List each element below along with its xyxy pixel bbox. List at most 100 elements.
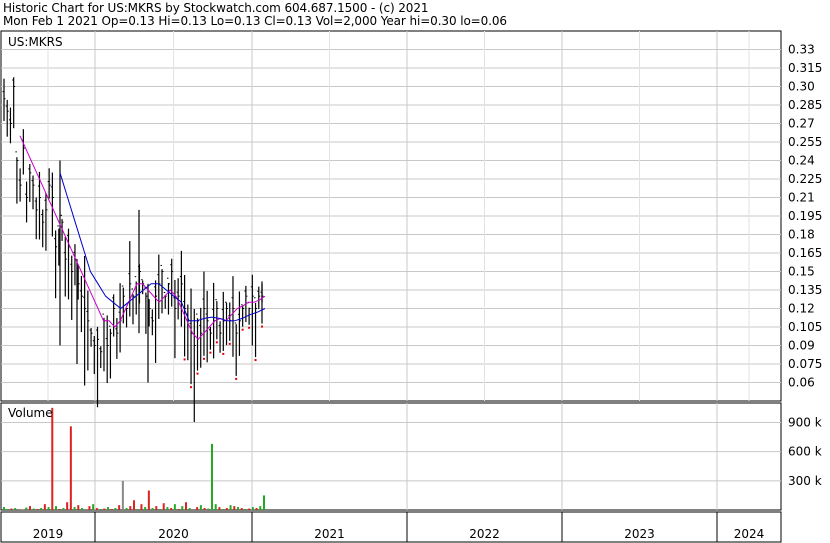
volume-bar bbox=[166, 507, 169, 510]
price-tick-label: 0.33 bbox=[788, 43, 815, 57]
volume-bar bbox=[99, 509, 102, 510]
volume-bars bbox=[3, 407, 265, 510]
grid bbox=[1, 31, 781, 542]
volume-bar bbox=[155, 506, 158, 510]
price-dot bbox=[261, 325, 263, 328]
volume-panel-title: Volume bbox=[8, 406, 53, 420]
volume-tick-label: 900 k bbox=[788, 415, 822, 429]
price-tick-label: 0.21 bbox=[788, 191, 815, 205]
price-dot bbox=[202, 357, 205, 360]
volume-bar bbox=[237, 507, 239, 510]
stock-chart: US:MKRS Volume 0.33 0.315 0.30 0.285 0.27 0.2… bbox=[0, 30, 822, 543]
volume-bar bbox=[251, 507, 254, 510]
volume-bar bbox=[162, 503, 165, 510]
volume-panel-frame bbox=[0, 402, 782, 511]
volume-bar bbox=[10, 508, 13, 510]
volume-bar bbox=[214, 504, 217, 510]
volume-bar bbox=[88, 506, 91, 510]
volume-bar bbox=[125, 508, 128, 510]
volume-bar bbox=[81, 508, 83, 510]
volume-bar bbox=[144, 507, 147, 510]
price-dot bbox=[228, 342, 231, 345]
price-dot bbox=[235, 377, 238, 380]
price-tick-label: 0.165 bbox=[788, 246, 822, 260]
volume-bar bbox=[58, 509, 61, 510]
volume-bar bbox=[192, 509, 195, 510]
price-tick-label: 0.06 bbox=[788, 376, 815, 390]
volume-bar bbox=[151, 508, 154, 510]
volume-bar bbox=[211, 443, 213, 510]
year-label: 2021 bbox=[314, 527, 345, 541]
price-dot bbox=[215, 341, 218, 344]
price-dot bbox=[209, 351, 212, 354]
volume-bar bbox=[255, 508, 258, 510]
volume-bar bbox=[240, 508, 243, 510]
price-tick-label: 0.27 bbox=[788, 117, 815, 131]
price-tick-label: 0.12 bbox=[788, 302, 815, 316]
volume-bar bbox=[95, 508, 98, 510]
volume-tick-label: 300 k bbox=[788, 474, 822, 488]
price-dot bbox=[196, 372, 199, 375]
volume-bar bbox=[188, 508, 191, 510]
year-label: 2020 bbox=[158, 527, 189, 541]
price-panel-title: US:MKRS bbox=[8, 35, 63, 49]
volume-bar bbox=[69, 426, 72, 510]
volume-bar bbox=[6, 509, 9, 510]
price-dot bbox=[241, 328, 244, 331]
volume-bar bbox=[55, 506, 57, 510]
volume-bar bbox=[229, 505, 232, 510]
volume-bar bbox=[103, 508, 106, 510]
price-tick-label: 0.15 bbox=[788, 265, 815, 279]
year-label: 2022 bbox=[469, 527, 500, 541]
volume-bar bbox=[32, 508, 35, 510]
price-dot bbox=[254, 359, 257, 362]
volume-bar bbox=[17, 509, 20, 510]
year-label: 2024 bbox=[734, 527, 765, 541]
volume-bar bbox=[133, 500, 135, 510]
volume-bar bbox=[196, 507, 199, 510]
price-candles bbox=[2, 77, 264, 422]
price-dot bbox=[183, 358, 186, 361]
price-dot bbox=[222, 352, 225, 355]
volume-bar bbox=[159, 509, 161, 510]
volume-bar bbox=[77, 505, 80, 510]
price-dot bbox=[190, 386, 193, 389]
price-dot bbox=[248, 326, 251, 329]
price-tick-label: 0.075 bbox=[788, 357, 822, 371]
volume-bar bbox=[121, 480, 124, 510]
price-tick-label: 0.225 bbox=[788, 172, 822, 186]
price-tick-label: 0.255 bbox=[788, 135, 822, 149]
volume-bar bbox=[62, 508, 65, 510]
volume-bar bbox=[43, 504, 46, 510]
volume-bar bbox=[233, 506, 236, 510]
volume-bar bbox=[92, 504, 95, 510]
volume-bar bbox=[244, 509, 247, 510]
volume-bar bbox=[225, 508, 228, 510]
volume-bar bbox=[199, 505, 202, 510]
volume-bar bbox=[147, 490, 150, 510]
volume-bar bbox=[107, 507, 109, 510]
volume-bar bbox=[170, 508, 173, 510]
date-axis-frame bbox=[0, 511, 782, 543]
volume-bar bbox=[118, 505, 121, 510]
volume-bar bbox=[73, 507, 76, 510]
price-tick-label: 0.315 bbox=[788, 61, 822, 75]
volume-bar bbox=[140, 504, 143, 510]
volume-tick-label: 600 k bbox=[788, 445, 822, 459]
volume-bar bbox=[51, 407, 54, 510]
volume-bar bbox=[66, 502, 69, 510]
volume-bar bbox=[36, 509, 39, 510]
price-tick-label: 0.195 bbox=[788, 209, 822, 223]
volume-bar bbox=[114, 508, 117, 510]
volume-bar bbox=[218, 507, 221, 510]
price-tick-label: 0.09 bbox=[788, 339, 815, 353]
year-label: 2019 bbox=[33, 527, 64, 541]
volume-bar bbox=[248, 508, 251, 510]
price-tick-label: 0.135 bbox=[788, 283, 822, 297]
volume-bar bbox=[173, 504, 176, 510]
volume-bar bbox=[3, 507, 5, 510]
price-tick-label: 0.285 bbox=[788, 98, 822, 112]
volume-bar bbox=[185, 502, 187, 510]
volume-bar bbox=[84, 509, 87, 510]
year-label: 2023 bbox=[624, 527, 655, 541]
